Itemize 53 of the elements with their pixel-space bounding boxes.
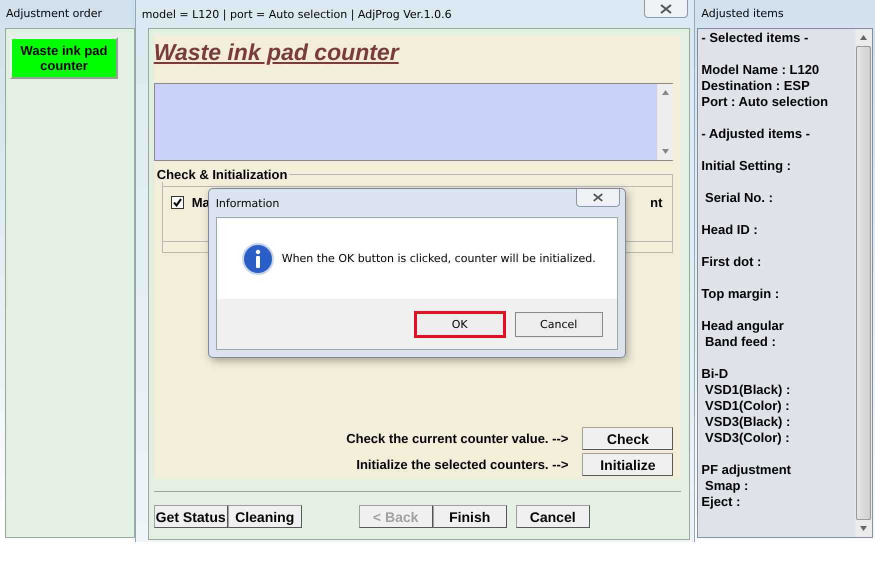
item-text: Destination : ESP (701, 78, 811, 94)
close-button[interactable] (644, 0, 688, 18)
group-title: Check & Initialization (154, 167, 290, 182)
page-heading: Waste ink pad counter (154, 38, 401, 67)
dialog-title: Information (216, 196, 280, 210)
checkbox[interactable] (170, 196, 184, 209)
item-text: Eject : (701, 494, 742, 510)
item-text: VSD1(Color) : (704, 398, 791, 414)
item-text: Top margin : (701, 286, 780, 302)
item-text: Head ID : (701, 222, 759, 238)
action-label: Check the current counter value. --> (346, 431, 568, 446)
item-text: Serial No. : (704, 190, 774, 206)
footer-button[interactable]: Cancel (516, 505, 590, 528)
scroll-up-icon (860, 35, 867, 40)
dialog-button[interactable]: Cancel (514, 312, 603, 336)
label-text: nt (650, 195, 662, 210)
item-text: Port : Auto selection (701, 94, 830, 110)
scroll-thumb[interactable] (856, 46, 871, 520)
action-button[interactable]: Check (582, 427, 674, 450)
item-text: VSD1(Black) : (704, 382, 792, 398)
dialog-message: When the OK button is clicked, counter will be initialized. (282, 252, 596, 265)
item-text: PF adjustment (701, 462, 792, 478)
scroll-down-icon (662, 149, 669, 154)
scrollbar[interactable] (657, 84, 674, 160)
item-text: VSD3(Black) : (704, 414, 792, 430)
item-text: - Adjusted items - (701, 126, 811, 142)
item-text: Bi-D (701, 366, 730, 382)
scroll-down-icon (860, 526, 867, 531)
dialog-button[interactable]: OK (414, 310, 506, 338)
window-title: Adjustment order (5, 6, 103, 22)
step-button[interactable]: Waste ink pad counter (10, 37, 118, 79)
close-icon (659, 4, 674, 14)
item-text: Model Name : L120 (701, 62, 820, 78)
footer-button[interactable]: Cleaning (228, 505, 302, 528)
scroll-up-icon (662, 90, 669, 95)
scrollbar[interactable] (855, 29, 872, 537)
text-area[interactable] (154, 83, 674, 161)
action-button[interactable]: Initialize (582, 453, 674, 476)
item-text: - Selected items - (701, 30, 810, 46)
action-label: Initialize the selected counters. --> (356, 457, 568, 472)
window-title: Adjusted items (700, 6, 785, 22)
footer-button[interactable]: Get Status (154, 505, 228, 528)
info-icon (242, 242, 274, 274)
close-button[interactable] (576, 189, 620, 207)
close-icon (592, 193, 604, 202)
footer-button[interactable]: Finish (432, 505, 507, 528)
item-text: Smap : (704, 478, 750, 494)
item-text: First dot : (701, 254, 762, 270)
item-text: VSD3(Color) : (704, 430, 791, 446)
window-title: model = L120 | port = Auto selection | AdjProg Ver.1.0.6 (142, 8, 452, 20)
item-text: Band feed : (704, 334, 777, 350)
item-text: Head angular (701, 318, 785, 334)
item-text: Initial Setting : (701, 158, 792, 174)
